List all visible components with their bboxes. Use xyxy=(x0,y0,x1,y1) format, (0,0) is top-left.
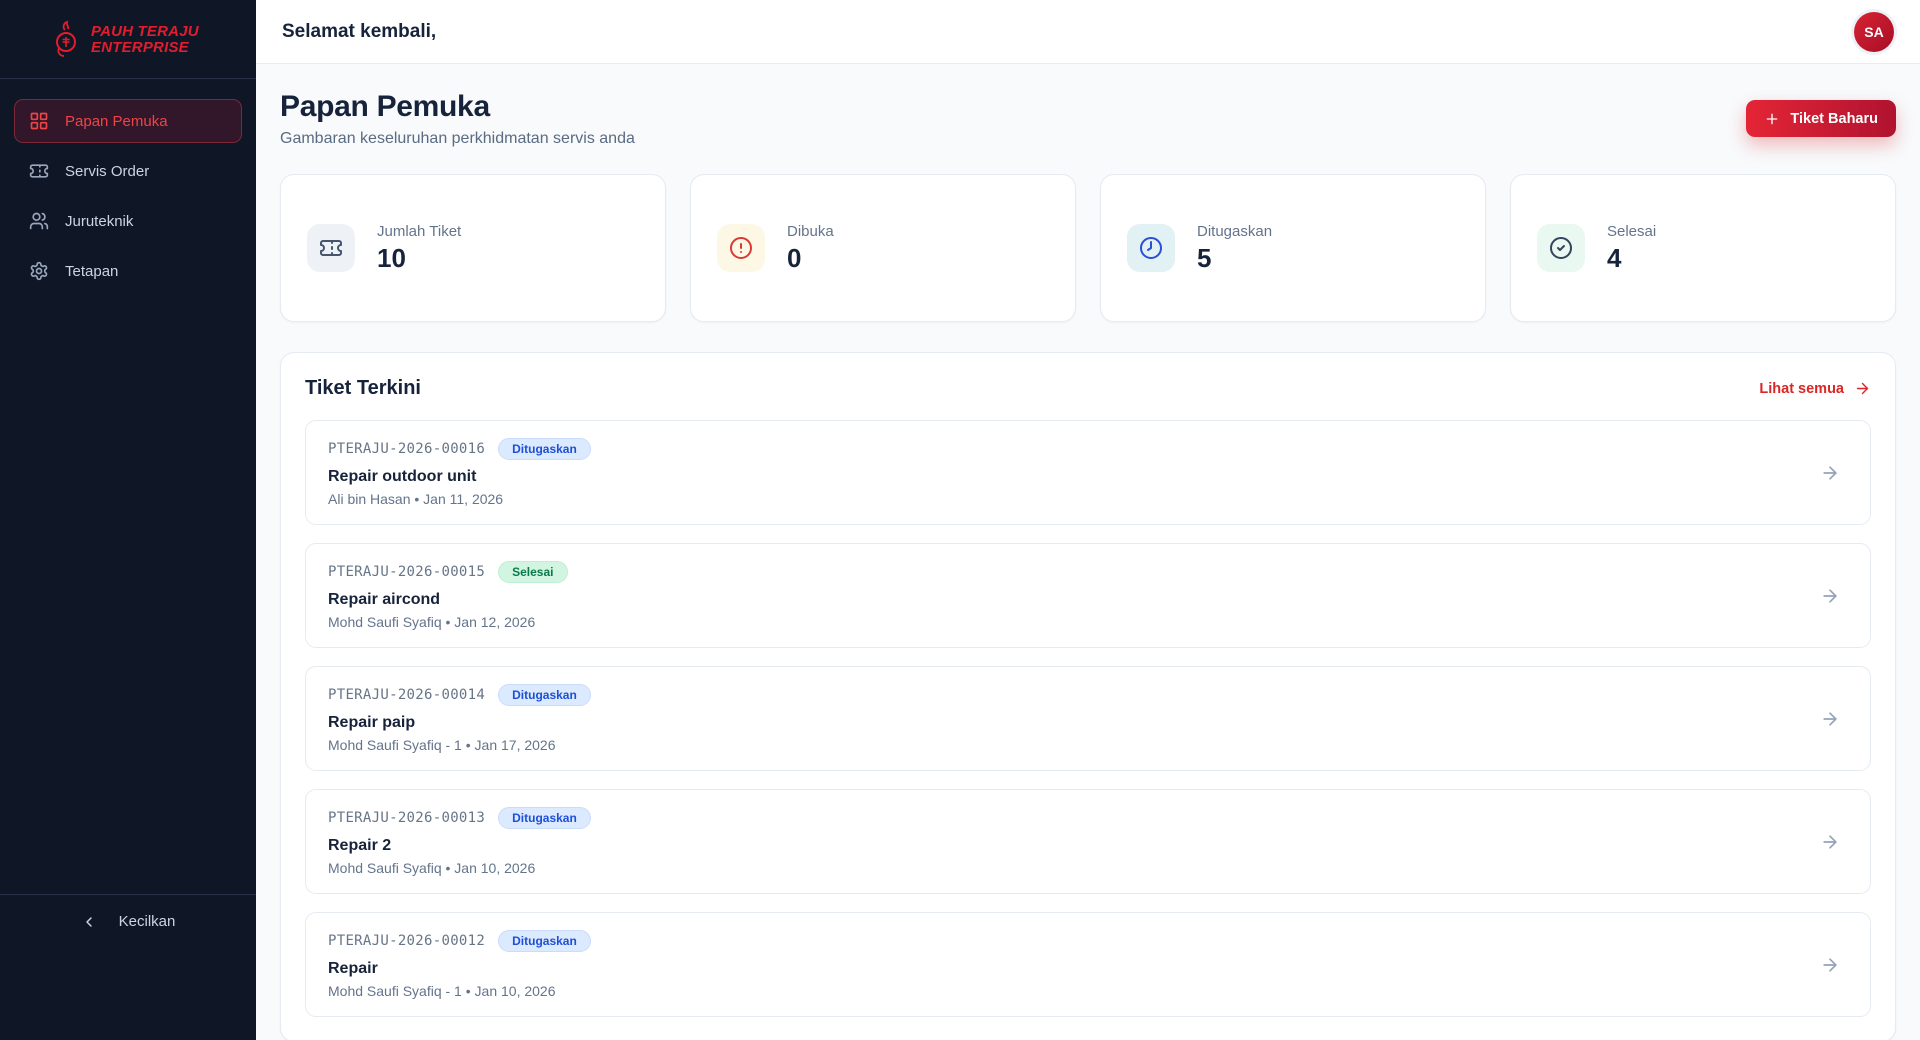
ticket-row[interactable]: PTERAJU-2026-00012 Ditugaskan Repair Moh… xyxy=(305,912,1871,1017)
stat-label: Jumlah Tiket xyxy=(377,222,462,240)
stat-card-selesai: Selesai 4 xyxy=(1510,174,1896,322)
status-badge: Ditugaskan xyxy=(498,438,591,460)
tickets-title: Tiket Terkini xyxy=(305,377,421,399)
arrow-right-icon xyxy=(1820,709,1840,729)
stat-value: 5 xyxy=(1197,242,1212,273)
brand-name: PAUH TERAJU ENTERPRISE xyxy=(91,23,199,56)
page-title: Papan Pemuka xyxy=(280,90,490,123)
stat-card-ditugaskan: Ditugaskan 5 xyxy=(1100,174,1486,322)
ticket-row[interactable]: PTERAJU-2026-00015 Selesai Repair aircon… xyxy=(305,543,1871,648)
stat-label: Ditugaskan xyxy=(1197,222,1273,240)
stat-card-dibuka: Dibuka 0 xyxy=(690,174,1076,322)
alert-circle-icon xyxy=(717,224,765,272)
ticket-id: PTERAJU-2026-00016 xyxy=(328,441,486,457)
ticket-icon xyxy=(307,224,355,272)
sidebar-item-label: Papan Pemuka xyxy=(65,112,168,130)
stats-row: Jumlah Tiket 10 Dibuka 0 Ditugaskan 5 Se… xyxy=(280,174,1896,322)
sidebar-footer: Kecilkan xyxy=(0,894,256,1040)
ticket-id: PTERAJU-2026-00012 xyxy=(328,933,486,949)
collapse-label: Kecilkan xyxy=(118,913,176,930)
clock-icon xyxy=(1127,224,1175,272)
stat-label: Selesai xyxy=(1607,222,1657,240)
stat-value: 10 xyxy=(377,242,406,273)
page-content: Papan Pemuka Gambaran keseluruhan perkhi… xyxy=(256,64,1920,1040)
sidebar: PAUH TERAJU ENTERPRISE Papan Pemuka Serv… xyxy=(0,0,256,1040)
stat-label: Dibuka xyxy=(787,222,834,240)
plus-icon xyxy=(1767,113,1778,124)
collapse-sidebar-button[interactable]: Kecilkan xyxy=(81,913,176,930)
status-badge: Ditugaskan xyxy=(498,684,591,706)
sidebar-item-tetapan[interactable]: Tetapan xyxy=(14,249,242,293)
sidebar-item-label: Juruteknik xyxy=(65,212,134,230)
ticket-id: PTERAJU-2026-00013 xyxy=(328,810,486,826)
chevron-left-icon xyxy=(85,916,92,927)
ticket-row[interactable]: PTERAJU-2026-00016 Ditugaskan Repair out… xyxy=(305,420,1871,525)
ticket-title: Repair xyxy=(328,960,378,977)
page-header: Papan Pemuka Gambaran keseluruhan perkhi… xyxy=(280,90,1896,148)
user-avatar[interactable]: SA xyxy=(1854,11,1894,52)
stat-value: 0 xyxy=(787,242,802,273)
ticket-id: PTERAJU-2026-00014 xyxy=(328,687,486,703)
view-all-link[interactable]: Lihat semua xyxy=(1759,380,1871,397)
stat-card-jumlah-tiket: Jumlah Tiket 10 xyxy=(280,174,666,322)
sidebar-item-juruteknik[interactable]: Juruteknik xyxy=(14,199,242,243)
sidebar-item-servis-order[interactable]: Servis Order xyxy=(14,149,242,193)
ticket-icon xyxy=(29,164,49,178)
sidebar-item-label: Servis Order xyxy=(65,162,150,180)
arrow-right-icon xyxy=(1820,955,1840,975)
ticket-row[interactable]: PTERAJU-2026-00013 Ditugaskan Repair 2 M… xyxy=(305,789,1871,894)
ticket-meta: Mohd Saufi Syafiq • Jan 12, 2026 xyxy=(328,614,536,630)
main-area: Selamat kembali, SA Papan Pemuka Gambara… xyxy=(256,0,1920,1040)
page-subtitle: Gambaran keseluruhan perkhidmatan servis… xyxy=(280,130,635,147)
ticket-meta: Mohd Saufi Syafiq - 1 • Jan 17, 2026 xyxy=(328,737,556,753)
check-circle-icon xyxy=(1537,224,1585,272)
arrow-right-icon xyxy=(1820,586,1840,606)
stat-value: 4 xyxy=(1607,242,1622,273)
arrow-right-icon xyxy=(1856,382,1869,395)
new-ticket-label: Tiket Baharu xyxy=(1790,110,1878,127)
brand-logo: PAUH TERAJU ENTERPRISE xyxy=(0,0,256,78)
ticket-title: Repair 2 xyxy=(328,837,392,854)
ticket-title: Repair outdoor unit xyxy=(328,468,477,485)
ticket-meta: Mohd Saufi Syafiq • Jan 10, 2026 xyxy=(328,860,536,876)
status-badge: Ditugaskan xyxy=(498,930,591,952)
topbar: Selamat kembali, SA xyxy=(256,0,1920,64)
arrow-right-icon xyxy=(1820,463,1840,483)
status-badge: Selesai xyxy=(498,561,568,583)
recent-tickets-card: Tiket Terkini Lihat semua PTERAJU-2026-0… xyxy=(280,352,1896,1040)
brand-emblem-icon xyxy=(56,20,76,57)
users-icon xyxy=(29,212,49,230)
sidebar-nav: Papan Pemuka Servis Order Juruteknik Tet… xyxy=(0,79,256,313)
ticket-id: PTERAJU-2026-00015 xyxy=(328,564,486,580)
ticket-row[interactable]: PTERAJU-2026-00014 Ditugaskan Repair pai… xyxy=(305,666,1871,771)
greeting-text: Selamat kembali, xyxy=(282,20,437,42)
tickets-header: Tiket Terkini Lihat semua xyxy=(305,377,1871,400)
arrow-right-icon xyxy=(1820,832,1840,852)
sidebar-item-papan-pemuka[interactable]: Papan Pemuka xyxy=(14,99,242,143)
view-all-label: Lihat semua xyxy=(1759,380,1844,397)
ticket-meta: Ali bin Hasan • Jan 11, 2026 xyxy=(328,491,504,507)
gear-icon xyxy=(30,261,48,281)
ticket-title: Repair paip xyxy=(328,714,416,731)
dashboard-grid-icon xyxy=(30,112,48,130)
ticket-list: PTERAJU-2026-00016 Ditugaskan Repair out… xyxy=(305,420,1871,1017)
status-badge: Ditugaskan xyxy=(498,807,591,829)
new-ticket-button[interactable]: Tiket Baharu xyxy=(1746,100,1896,137)
ticket-title: Repair aircond xyxy=(328,591,441,608)
sidebar-item-label: Tetapan xyxy=(65,262,119,280)
ticket-meta: Mohd Saufi Syafiq - 1 • Jan 10, 2026 xyxy=(328,983,556,999)
